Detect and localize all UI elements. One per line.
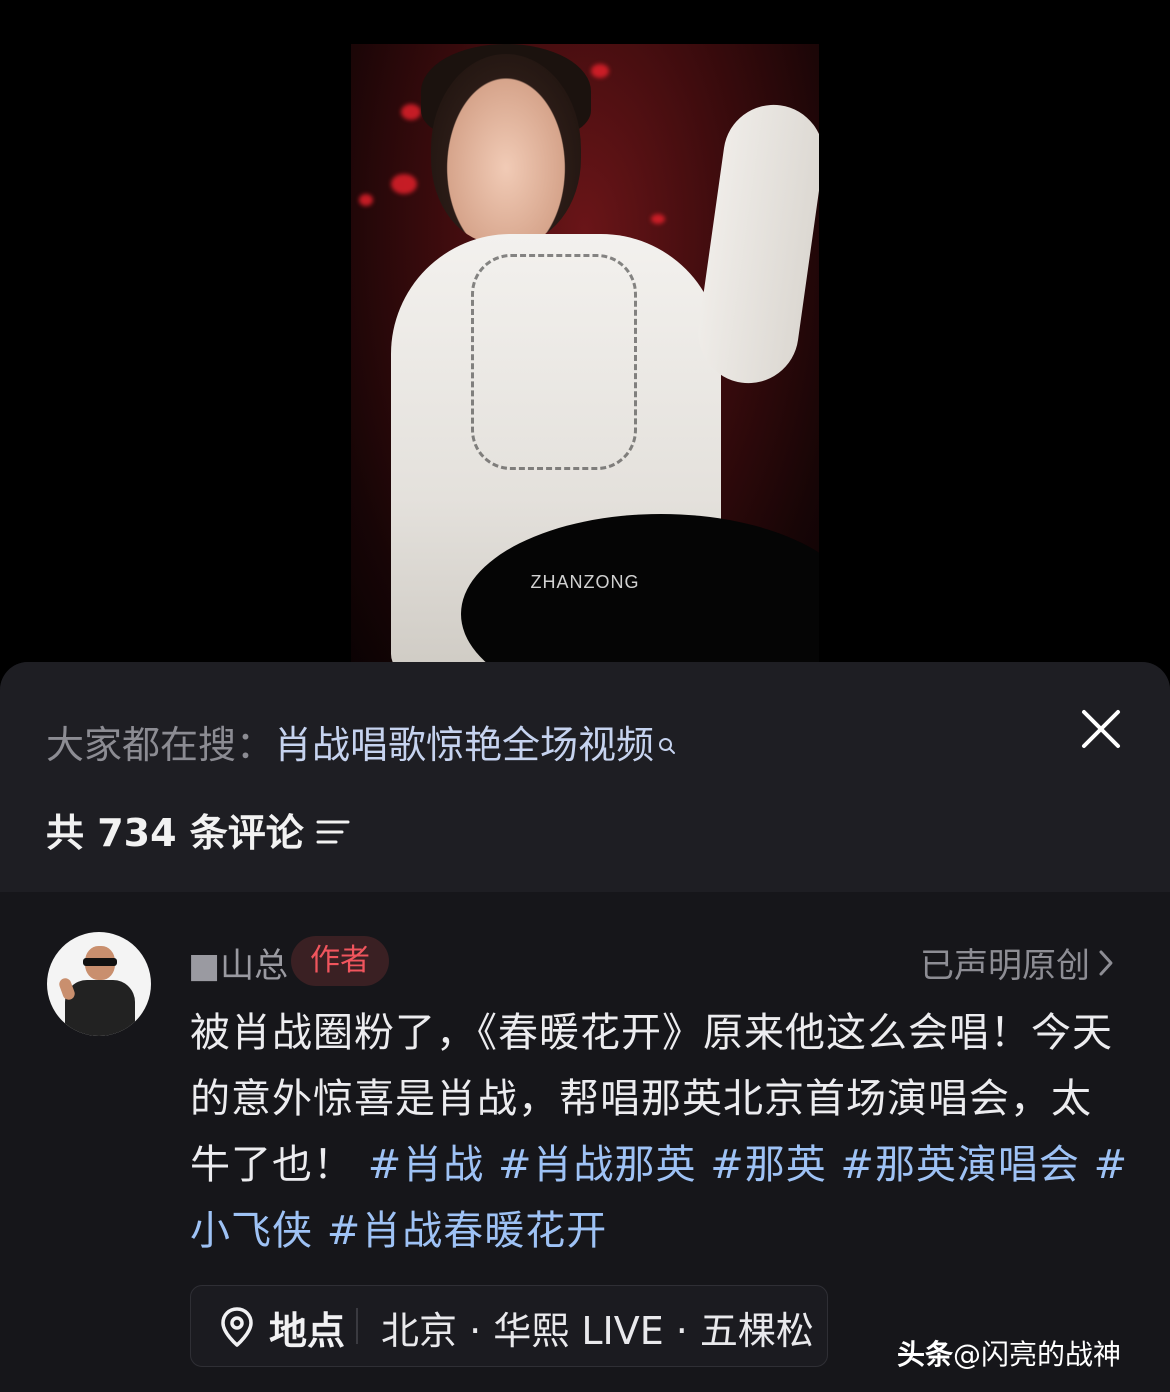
site-watermark-brand: 头条 (897, 1338, 954, 1371)
original-declaration-link[interactable]: 已声明原创 (920, 938, 1114, 987)
comments-header: 大家都在搜：肖战唱歌惊艳全场视频 共 734 条评论 (0, 662, 1170, 892)
hashtag-link[interactable]: #肖战那英 (498, 1142, 697, 1188)
author-badge: 作者 (291, 936, 389, 986)
location-label: 地点 (269, 1309, 346, 1353)
video-watermark: ZHANZONG (530, 572, 640, 592)
close-icon[interactable] (1080, 708, 1122, 750)
hashtag-link[interactable]: #肖战 (368, 1142, 485, 1188)
chevron-right-icon (1098, 946, 1114, 986)
hashtag-link[interactable]: #那英演唱会 (840, 1142, 1080, 1188)
site-watermark: 头条@闪亮的战神 (897, 1333, 1121, 1373)
location-pin-icon (219, 1306, 255, 1352)
sort-icon[interactable] (316, 812, 350, 856)
search-suggestion[interactable]: 大家都在搜：肖战唱歌惊艳全场视频 (46, 714, 676, 769)
comment-count-label: 共 734 条评论 (46, 811, 304, 855)
hashtag-link[interactable]: #肖战春暖花开 (327, 1208, 608, 1254)
location-name: 北京 · 华熙 LIVE · 五棵松 (381, 1309, 814, 1353)
video-frame[interactable]: ZHANZONG (351, 44, 819, 674)
location-chip[interactable]: 地点 北京 · 华熙 LIVE · 五棵松 (190, 1285, 828, 1367)
original-declaration-label: 已声明原创 (920, 946, 1090, 986)
hashtag-link[interactable]: #那英 (710, 1142, 827, 1188)
search-suggestion-prefix: 大家都在搜： (46, 723, 275, 767)
comment-text: 被肖战圈粉了，《春暖花开》原来他这么会唱！今天的意外惊喜是肖战，帮唱那英北京首场… (190, 1000, 1130, 1264)
site-watermark-handle: @闪亮的战神 (953, 1338, 1122, 1371)
avatar[interactable] (47, 932, 151, 1036)
location-divider (356, 1308, 358, 1344)
search-suggestion-query[interactable]: 肖战唱歌惊艳全场视频 (274, 723, 654, 767)
comment-username[interactable]: ■山总 (188, 938, 288, 987)
search-icon[interactable] (658, 720, 676, 764)
video-player[interactable]: ZHANZONG (0, 0, 1170, 680)
comment-count: 共 734 条评论 (46, 802, 350, 857)
